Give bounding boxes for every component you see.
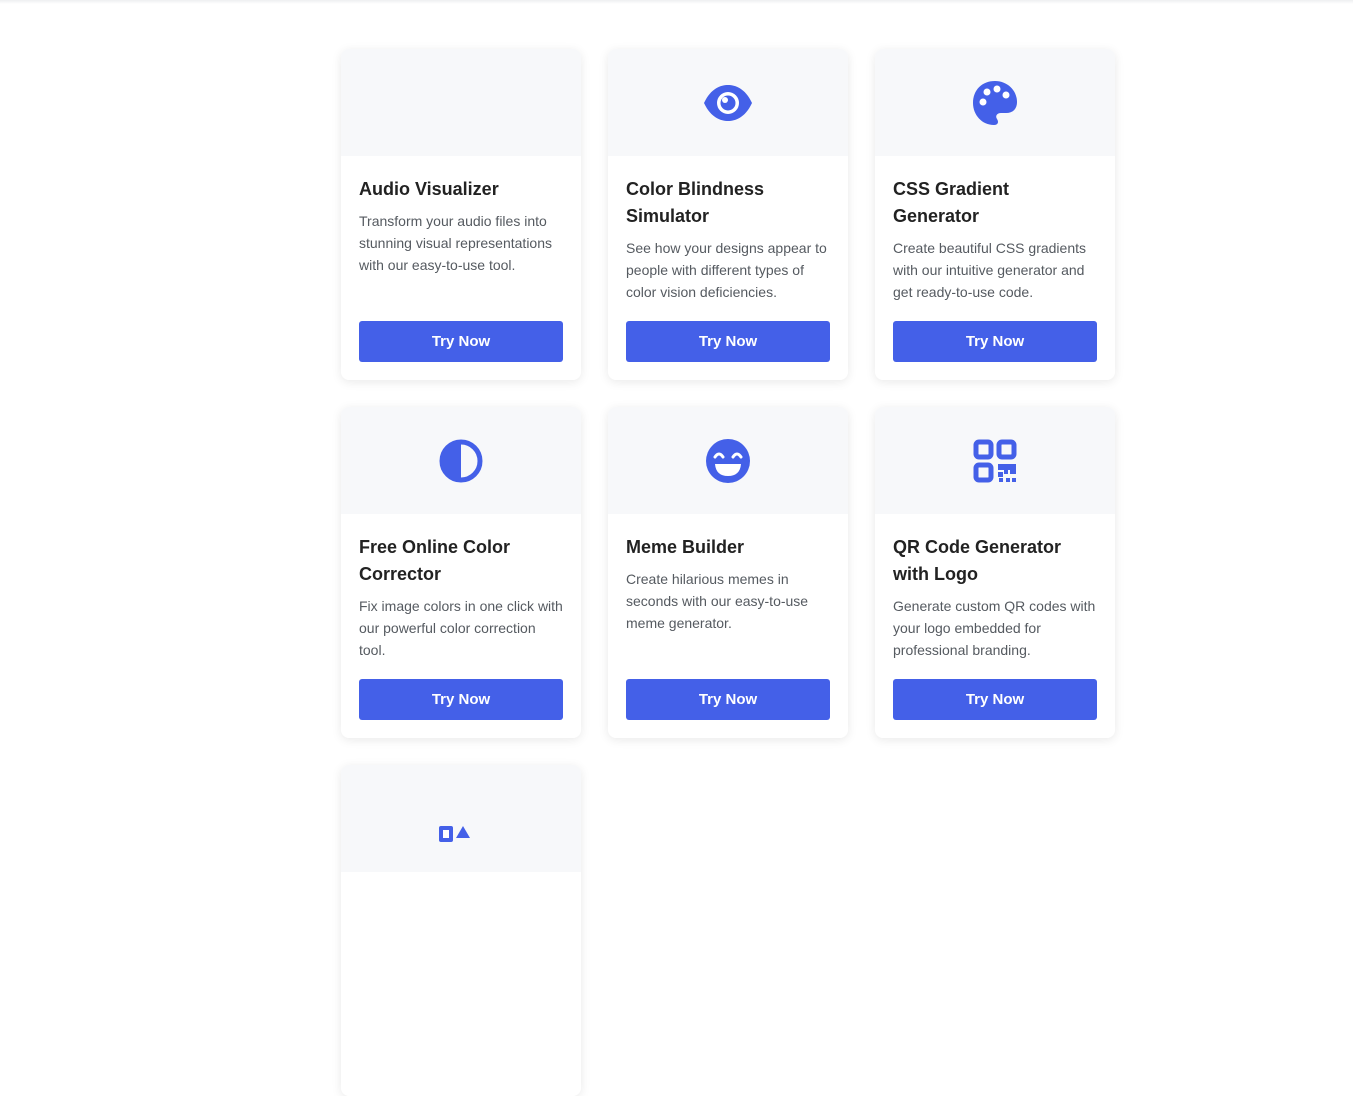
card-title: Free Online Color Corrector (359, 537, 511, 584)
card-icon-area (608, 407, 848, 514)
card-title: Meme Builder (626, 537, 745, 557)
tool-card-meme-builder: Meme Builder Create hilarious memes in s… (608, 407, 848, 738)
card-description: Create beautiful CSS gradients with our … (893, 240, 1086, 300)
half-circle-contrast-icon (439, 439, 483, 482)
card-icon-area (875, 49, 1115, 156)
shapes-icon (439, 825, 470, 842)
try-now-button[interactable]: Try Now (626, 321, 830, 362)
card-title: Audio Visualizer (359, 179, 499, 199)
card-icon-area (341, 49, 581, 156)
tool-card-free-online-color-corrector: Free Online Color Corrector Fix image co… (341, 407, 581, 738)
card-description: Fix image colors in one click with our p… (359, 598, 563, 658)
try-now-button[interactable]: Try Now (893, 679, 1097, 720)
card-description: See how your designs appear to people wi… (626, 240, 827, 300)
card-icon-area (875, 407, 1115, 514)
palette-icon (973, 80, 1017, 125)
card-title: QR Code Generator with Logo (893, 537, 1062, 584)
card-title: CSS Gradient Generator (893, 179, 1010, 226)
qr-code-icon (973, 439, 1017, 482)
card-description: Create hilarious memes in seconds with o… (626, 571, 809, 631)
tool-card-qr-code-generator: QR Code Generator with Logo Generate cus… (875, 407, 1115, 738)
tool-card-css-gradient-generator: CSS Gradient Generator Create beautiful … (875, 49, 1115, 380)
card-title: Color Blindness Simulator (626, 179, 765, 226)
laughing-face-icon (706, 438, 750, 483)
try-now-button[interactable]: Try Now (893, 321, 1097, 362)
card-icon-area (608, 49, 848, 156)
try-now-button[interactable]: Try Now (626, 679, 830, 720)
try-now-button[interactable]: Try Now (359, 321, 563, 362)
card-description: Transform your audio files into stunning… (359, 213, 553, 273)
top-divider (0, 0, 1353, 4)
tool-card-color-blindness-simulator: Color Blindness Simulator See how your d… (608, 49, 848, 380)
eye-icon (704, 84, 752, 121)
card-description: Generate custom QR codes with your logo … (893, 598, 1096, 658)
card-icon-area (341, 407, 581, 514)
tool-card-audio-visualizer: Audio Visualizer Transform your audio fi… (341, 49, 581, 380)
tool-card-partial (341, 765, 581, 1096)
card-icon-area (341, 765, 581, 872)
try-now-button[interactable]: Try Now (359, 679, 563, 720)
